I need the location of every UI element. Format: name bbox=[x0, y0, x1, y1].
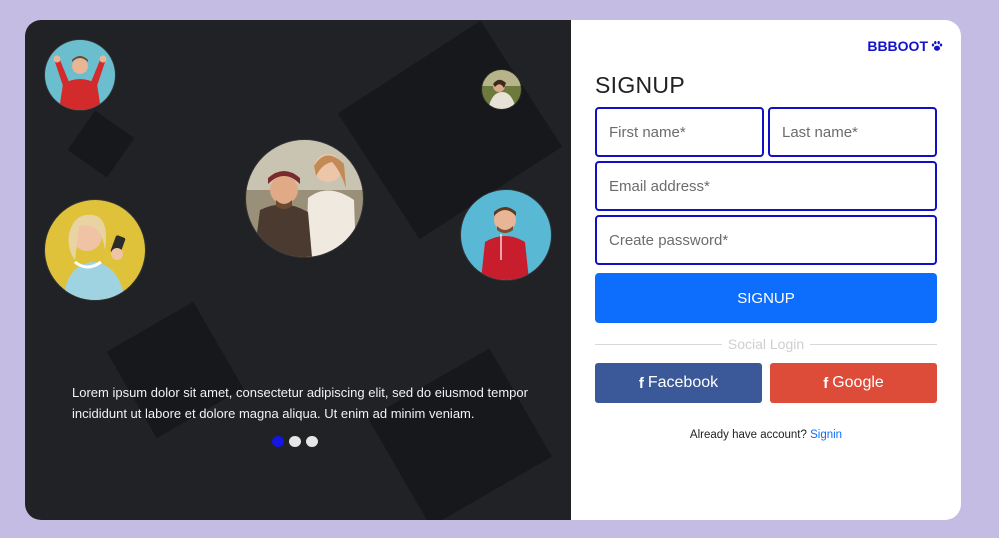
signin-link[interactable]: Signin bbox=[810, 429, 842, 441]
carousel-dot[interactable] bbox=[306, 436, 318, 447]
password-field[interactable] bbox=[595, 215, 937, 265]
account-prompt: Already have account? Signin bbox=[595, 429, 937, 441]
form-panel: BBBOOT SIGNUP SIGNUP Social Login f Face… bbox=[571, 20, 961, 520]
social-login-divider: Social Login bbox=[595, 335, 937, 353]
avatar-photo bbox=[482, 70, 521, 109]
google-icon: f bbox=[823, 374, 829, 392]
brand-logo[interactable]: BBBOOT bbox=[867, 38, 943, 54]
avatar-photo bbox=[45, 40, 115, 110]
carousel-indicators bbox=[272, 436, 318, 447]
background-square bbox=[368, 348, 552, 520]
carousel-dot[interactable] bbox=[272, 436, 284, 447]
avatar-photo bbox=[45, 200, 145, 300]
background-square bbox=[67, 110, 135, 178]
google-label: Google bbox=[832, 374, 884, 391]
facebook-label: Facebook bbox=[647, 374, 719, 391]
google-login-button[interactable]: f Google bbox=[770, 363, 937, 403]
hero-quote: Lorem ipsum dolor sit amet, consectetur … bbox=[72, 385, 528, 421]
form-title: SIGNUP bbox=[595, 72, 685, 98]
divider-label: Social Login bbox=[727, 336, 805, 352]
brand-name: BBBOOT bbox=[867, 38, 928, 54]
first-name-field[interactable] bbox=[595, 107, 764, 157]
signup-card: Lorem ipsum dolor sit amet, consectetur … bbox=[25, 20, 961, 520]
email-field[interactable] bbox=[595, 161, 937, 211]
hero-panel: Lorem ipsum dolor sit amet, consectetur … bbox=[25, 20, 571, 520]
divider-line bbox=[595, 343, 722, 345]
account-prompt-text: Already have account? bbox=[689, 429, 807, 441]
paw-icon bbox=[931, 41, 943, 51]
divider-line bbox=[810, 343, 937, 345]
facebook-login-button[interactable]: f Facebook bbox=[595, 363, 762, 403]
last-name-field[interactable] bbox=[768, 107, 937, 157]
carousel-dot[interactable] bbox=[289, 436, 301, 447]
facebook-icon: f bbox=[638, 374, 644, 392]
avatar-photo bbox=[246, 140, 363, 257]
signup-button[interactable]: SIGNUP bbox=[595, 273, 937, 323]
avatar-photo bbox=[461, 190, 551, 280]
